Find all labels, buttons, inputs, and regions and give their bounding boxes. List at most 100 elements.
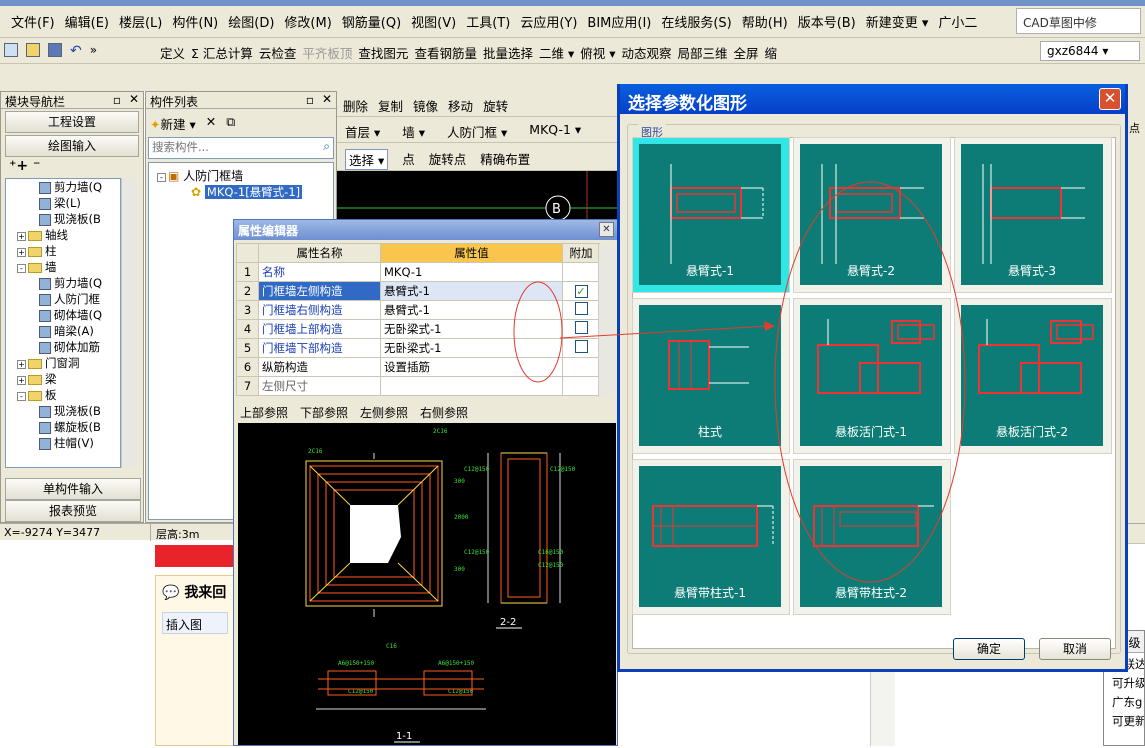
expand-collapse-icon[interactable]: ⁺+ ⁻	[9, 158, 40, 174]
type-select[interactable]: 墙 ▾	[402, 122, 425, 141]
nav-tree-item[interactable]: 现浇板(B	[6, 403, 120, 419]
nav-button-single[interactable]: 单构件输入	[5, 478, 141, 500]
toolbar-button[interactable]: Σ 汇总计算	[191, 43, 253, 62]
nav-tree-item[interactable]: + 柱	[6, 243, 120, 259]
menu-item[interactable]: 帮助(H)	[737, 12, 793, 31]
property-row[interactable]: 4 门框墙上部构造 无卧梁式-1	[236, 319, 600, 339]
tree-child[interactable]: ✿ MKQ-1[悬臂式-1]	[191, 184, 303, 200]
reference-tab[interactable]: 下部参照	[300, 404, 348, 421]
search-icon[interactable]: ⌕	[323, 139, 330, 154]
nav-button-report[interactable]: 报表预览	[5, 500, 141, 522]
close-icon[interactable]: ✕	[599, 222, 614, 237]
subtype-select[interactable]: 人防门框 ▾	[447, 122, 507, 141]
edit-tool-button[interactable]: 复制	[378, 96, 403, 115]
menu-item[interactable]: 云应用(Y)	[515, 12, 582, 31]
nav-tree-item[interactable]: 砌体墙(Q	[6, 307, 120, 323]
shape-card[interactable]: 悬臂带柱式-1	[632, 459, 790, 615]
toolbar-button[interactable]: 二维 ▾	[539, 43, 574, 62]
toolbar-button[interactable]: 俯视 ▾	[580, 43, 615, 62]
nav-tree-item[interactable]: -墙	[6, 259, 120, 275]
edit-tool-button[interactable]: 镜像	[413, 96, 438, 115]
toolbar-button[interactable]: 缩	[765, 43, 778, 62]
nav-tree-item[interactable]: + 轴线	[6, 227, 120, 243]
edit-tool-button[interactable]: 删除	[343, 96, 368, 115]
property-row[interactable]: 1 名称 MKQ-1	[236, 262, 600, 282]
edit-tool-button[interactable]: 旋转	[483, 96, 508, 115]
property-row[interactable]: 6 纵筋构造 设置插筋	[236, 357, 600, 377]
nav-tree-item[interactable]: 剪力墙(Q	[6, 179, 120, 195]
attach-checkbox[interactable]	[574, 302, 588, 315]
toolbar-button[interactable]: 查找图元	[358, 43, 408, 62]
nav-scrollbar[interactable]	[121, 178, 137, 468]
attach-checkbox[interactable]: ✓	[574, 285, 588, 298]
overflow-icon[interactable]: »	[90, 43, 97, 59]
shape-card[interactable]: 悬臂式-2	[793, 137, 951, 293]
expand-icon[interactable]: +	[17, 248, 26, 257]
property-value[interactable]: 悬臂式-1	[380, 300, 563, 320]
close-icon[interactable]: ✕	[129, 92, 139, 106]
close-icon[interactable]: ✕	[1099, 88, 1121, 110]
property-row[interactable]: 2 门框墙左侧构造 悬臂式-1 ✓	[236, 281, 600, 301]
ok-button[interactable]: 确定	[953, 638, 1025, 660]
menu-item[interactable]: 绘图(D)	[223, 12, 279, 31]
collapse-icon[interactable]: -	[17, 264, 26, 273]
property-value[interactable]	[380, 376, 563, 396]
undo-icon[interactable]: ↶	[70, 43, 82, 59]
draw-tool-button[interactable]: 点	[402, 149, 415, 170]
shape-card[interactable]: 悬臂式-3	[954, 137, 1112, 293]
menu-item[interactable]: 修改(M)	[279, 12, 336, 31]
close-icon[interactable]: ✕	[322, 92, 332, 106]
nav-tree-item[interactable]: 人防门框	[6, 291, 120, 307]
nav-tree-item[interactable]: 砌体加筋	[6, 339, 120, 355]
save-icon[interactable]	[48, 43, 62, 57]
nav-tree-item[interactable]: 剪力墙(Q	[6, 275, 120, 291]
edit-tool-button[interactable]: 移动	[448, 96, 473, 115]
draw-tool-button[interactable]: 旋转点	[429, 149, 467, 170]
attach-checkbox[interactable]	[574, 340, 588, 353]
property-value[interactable]: 设置插筋	[380, 357, 563, 377]
nav-tree-item[interactable]: 柱帽(V)	[6, 435, 120, 451]
nav-tree-item[interactable]: 螺旋板(B	[6, 419, 120, 435]
toolbar-button[interactable]: 云检查	[259, 43, 297, 62]
shape-card[interactable]: 悬臂式-1	[632, 137, 790, 293]
shape-card[interactable]: 柱式	[632, 298, 790, 454]
user-field[interactable]: gxz6844 ▾	[1040, 41, 1140, 61]
pin-icon[interactable]: ▫	[113, 93, 121, 107]
toolbar-button[interactable]: 全屏	[734, 43, 759, 62]
property-value[interactable]: MKQ-1	[380, 262, 563, 282]
open-folder-icon[interactable]	[26, 43, 40, 57]
reference-tab[interactable]: 上部参照	[240, 404, 288, 421]
property-row[interactable]: 3 门框墙右侧构造 悬臂式-1	[236, 300, 600, 320]
collapse-icon[interactable]: -	[17, 392, 26, 401]
nav-tree-item[interactable]: + 梁	[6, 371, 120, 387]
cancel-button[interactable]: 取消	[1039, 638, 1111, 660]
expand-icon[interactable]: +	[17, 376, 26, 385]
menu-item[interactable]: 工具(T)	[461, 12, 515, 31]
pin-icon[interactable]: ▫	[306, 93, 314, 107]
nav-tree-item[interactable]: -板	[6, 387, 120, 403]
nav-button-draw[interactable]: 绘图输入	[5, 135, 139, 157]
shape-card[interactable]: 悬臂带柱式-2	[793, 459, 951, 615]
menu-item[interactable]: 楼层(L)	[114, 12, 167, 31]
shape-card[interactable]: 悬板活门式-1	[793, 298, 951, 454]
delete-icon[interactable]: ✕	[206, 114, 216, 133]
menu-item[interactable]: 新建变更 ▾	[861, 12, 934, 31]
tree-root[interactable]: - ▣ 人防门框墙	[157, 167, 243, 184]
menu-item[interactable]: BIM应用(I)	[582, 12, 656, 31]
property-value[interactable]: 悬臂式-1	[380, 281, 563, 301]
menu-item[interactable]: 构件(N)	[167, 12, 223, 31]
shape-card[interactable]: 悬板活门式-2	[954, 298, 1112, 454]
menu-item[interactable]: 编辑(E)	[60, 12, 114, 31]
property-value[interactable]: 无卧梁式-1	[380, 338, 563, 358]
menu-item[interactable]: 版本号(B)	[793, 12, 861, 31]
menu-item[interactable]: 在线服务(S)	[656, 12, 736, 31]
new-component-button[interactable]: ✦新建 ▾	[150, 114, 196, 133]
nav-tree-item[interactable]: 暗梁(A)	[6, 323, 120, 339]
floor-select[interactable]: 首层 ▾	[345, 122, 380, 141]
menu-item[interactable]: 钢筋量(Q)	[337, 12, 406, 31]
nav-tree-item[interactable]: + 门窗洞	[6, 355, 120, 371]
attach-checkbox[interactable]	[574, 321, 588, 334]
menu-item[interactable]: 广小二	[933, 12, 982, 31]
property-scrollbar[interactable]	[598, 244, 614, 397]
toolbar-button[interactable]: 定义	[160, 43, 185, 62]
